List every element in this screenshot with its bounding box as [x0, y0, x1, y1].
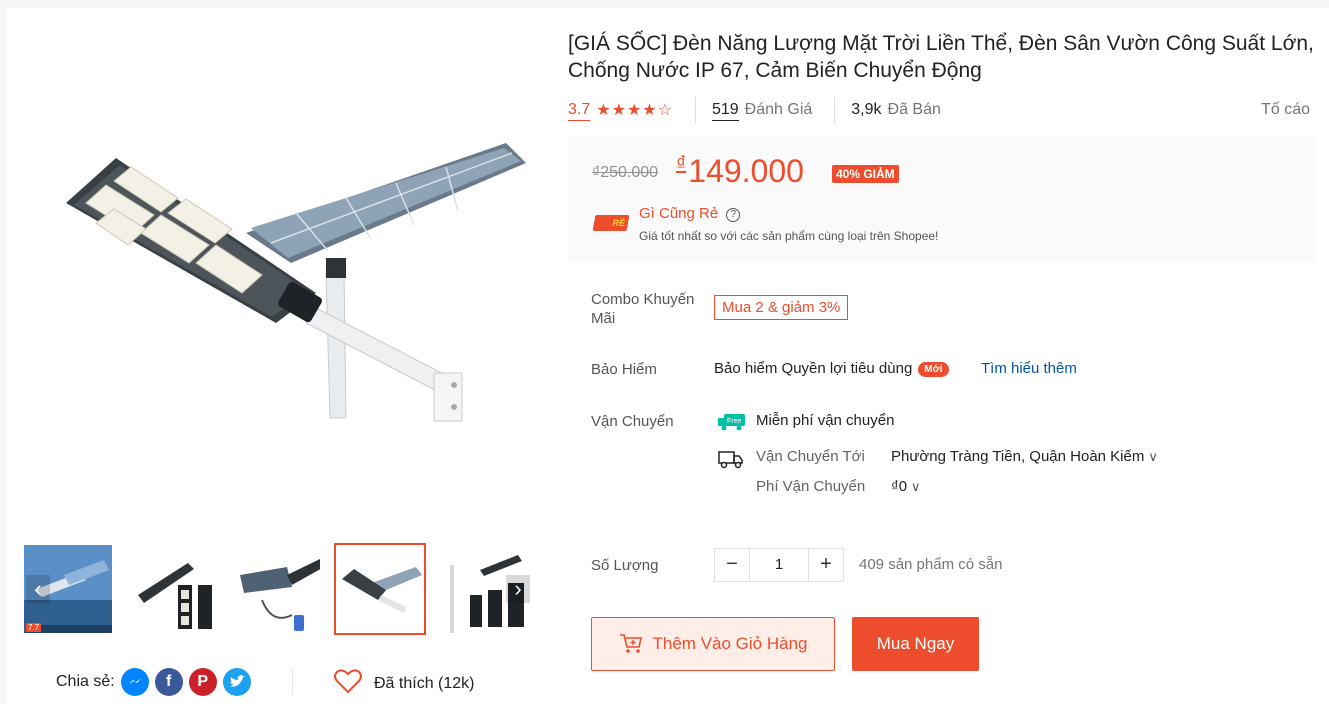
learn-more-link[interactable]: Tìm hiểu thêm: [981, 360, 1077, 377]
svg-text:Free: Free: [727, 418, 742, 425]
thumbnail[interactable]: [126, 543, 218, 635]
facebook-icon[interactable]: f: [154, 668, 183, 696]
thumb-badge: 7.7: [26, 623, 42, 632]
truck-icon: [718, 449, 744, 469]
thumbnail-active[interactable]: [334, 543, 426, 635]
thumbnail-strip: 7.7 ‹ ›: [22, 543, 532, 635]
quantity-input[interactable]: 1: [749, 549, 809, 581]
divider: [834, 97, 836, 123]
buy-now-button[interactable]: Mua Ngay: [852, 617, 979, 671]
free-shipping-text: Miễn phí vận chuyển: [756, 412, 895, 429]
like-button[interactable]: Đã thích (12k): [334, 668, 474, 699]
rating-stars-icon: ★★★★☆: [596, 102, 673, 119]
like-count: Đã thích (12k): [374, 674, 475, 692]
decrease-quantity-button[interactable]: −: [715, 549, 749, 581]
add-to-cart-button[interactable]: Thêm Vào Giỏ Hàng: [591, 617, 835, 671]
shipping-label: Vận Chuyển: [591, 413, 674, 430]
twitter-icon[interactable]: [222, 668, 251, 696]
add-to-cart-label: Thêm Vào Giỏ Hàng: [652, 634, 808, 653]
stock-text: 409 sản phẩm có sẵn: [859, 556, 1003, 573]
ship-to-label: Vận Chuyển Tới: [756, 448, 865, 465]
messenger-icon[interactable]: [120, 668, 149, 696]
quantity-stepper: − 1 +: [714, 548, 844, 582]
sale-price-value: 149.000: [688, 153, 804, 189]
help-icon[interactable]: ?: [726, 208, 741, 222]
thumbnail[interactable]: [230, 543, 322, 635]
chevron-down-icon: ∨: [911, 479, 921, 494]
ship-fee-label: Phí Vận Chuyển: [756, 478, 866, 495]
report-link[interactable]: Tố cáo: [1261, 101, 1310, 119]
product-main-image[interactable]: [26, 23, 536, 528]
ship-fee-selector[interactable]: ₫0 ∨: [891, 478, 921, 495]
sold-label: Đã Bán: [887, 101, 941, 118]
divider: [694, 97, 696, 123]
cheap-title-text: Gì Cũng Rẻ: [639, 205, 719, 222]
original-price: ₫250.000: [592, 164, 659, 181]
thumbnail-next-arrow[interactable]: ›: [506, 575, 530, 603]
insurance-name: Bảo hiểm Quyền lợi tiêu dùng: [714, 360, 913, 377]
share-divider: [292, 668, 293, 694]
discount-badge: 40% GIẢM: [832, 165, 899, 183]
chevron-down-icon: ∨: [1148, 449, 1158, 464]
new-badge: Mới: [918, 362, 949, 377]
increase-quantity-button[interactable]: +: [809, 549, 843, 581]
combo-label: Combo Khuyến Mãi: [591, 291, 695, 327]
currency-symbol: ₫: [676, 153, 687, 175]
cheap-title: Gì Cũng Rẻ?: [639, 205, 741, 222]
ship-to-selector[interactable]: Phường Tràng Tiền, Quận Hoàn Kiếm ∨: [891, 448, 1158, 465]
sold-count: 3,9k: [851, 101, 882, 118]
product-page: 7.7 ‹ › Chia sẻ: f P Đã thích (12k) [GIÁ…: [6, 8, 1329, 704]
ship-fee-value: ₫0: [891, 478, 908, 495]
reviews-label: Đánh Giá: [744, 101, 813, 118]
price-box: ₫250.000 ₫149.000 40% GIẢM RẺ Gì Cũng Rẻ…: [568, 137, 1316, 262]
cart-icon: [619, 633, 643, 655]
combo-tag[interactable]: Mua 2 & giảm 3%: [714, 295, 849, 320]
quantity-label: Số Lượng: [591, 557, 659, 574]
insurance-text: Bảo hiểm Quyền lợi tiêu dùng Mới: [714, 360, 949, 377]
pinterest-icon[interactable]: P: [188, 668, 217, 696]
cheap-logo-icon: RẺ: [592, 215, 630, 231]
thumbnail-prev-arrow[interactable]: ‹: [26, 575, 50, 603]
share-row: Chia sẻ: f P: [56, 668, 251, 696]
free-shipping-icon: Free: [718, 413, 746, 431]
product-title: [GIÁ SỐC] Đèn Năng Lượng Mặt Trời Liền T…: [568, 32, 1314, 82]
rating-row: 3.7 ★★★★☆ 519 Đánh Giá 3,9k Đã Bán Tố cá…: [568, 97, 1310, 123]
sale-price: ₫149.000: [676, 153, 804, 190]
share-label: Chia sẻ:: [56, 673, 115, 690]
reviews-count[interactable]: 519: [711, 100, 739, 121]
cheap-description: Giá tốt nhất so với các sản phẩm cùng lo…: [639, 229, 939, 243]
ship-to-value: Phường Tràng Tiền, Quận Hoàn Kiếm: [891, 448, 1145, 465]
heart-icon: [334, 668, 362, 699]
rating-value[interactable]: 3.7: [568, 100, 591, 121]
insurance-label: Bảo Hiểm: [591, 361, 657, 378]
